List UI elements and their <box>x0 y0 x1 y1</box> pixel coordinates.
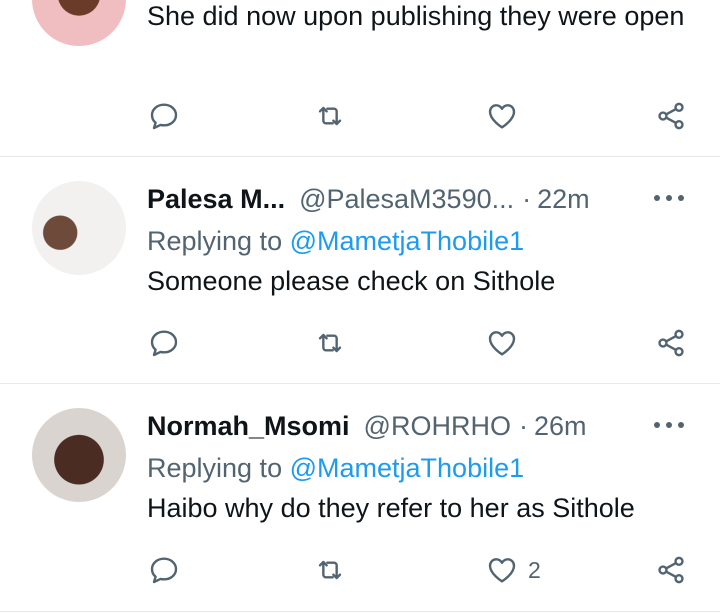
more-icon <box>654 195 660 201</box>
share-button[interactable] <box>655 550 687 590</box>
display-name[interactable]: Palesa M... <box>147 184 285 214</box>
heart-icon <box>488 104 516 129</box>
retweet-button[interactable] <box>314 323 346 363</box>
avatar[interactable] <box>32 408 126 502</box>
tweet-header: Normah_Msomi @ROHRHO · 26m <box>147 408 720 444</box>
tweet-card[interactable]: Normah_Msomi @ROHRHO · 26m Replying to @Mam… <box>0 384 720 613</box>
mention-link[interactable]: @MametjaThobile1 <box>290 453 525 483</box>
retweet-icon <box>318 560 342 580</box>
retweet-icon <box>318 333 342 353</box>
retweet-icon <box>318 106 342 126</box>
reply-feed: She did now upon publishing they were op… <box>0 0 720 613</box>
divider <box>0 611 720 612</box>
tweet-text: Haibo why do they refer to her as Sithol… <box>147 493 635 523</box>
more-icon <box>654 422 660 428</box>
reply-icon <box>150 330 178 357</box>
replying-to: Replying to @MametjaThobile1 <box>147 223 524 259</box>
timestamp[interactable]: 26m <box>534 411 587 441</box>
more-options-button[interactable] <box>654 183 684 213</box>
reply-icon <box>150 557 178 584</box>
user-handle[interactable]: @PalesaM3590... <box>299 184 514 214</box>
share-icon <box>658 102 684 130</box>
retweet-button[interactable] <box>314 96 346 136</box>
tweet-actions <box>0 96 720 136</box>
retweet-button[interactable] <box>314 550 346 590</box>
tweet-card[interactable]: Palesa M... @PalesaM3590... · 22m Replying … <box>0 157 720 384</box>
tweet-header: Palesa M... @PalesaM3590... · 22m <box>147 181 720 217</box>
more-options-button[interactable] <box>654 410 684 440</box>
avatar[interactable] <box>32 0 126 46</box>
mention-link[interactable]: @MametjaThobile1 <box>290 226 525 256</box>
display-name[interactable]: Normah_Msomi <box>147 411 350 441</box>
share-button[interactable] <box>655 96 687 136</box>
replying-to: Replying to @MametjaThobile1 <box>147 450 524 486</box>
reply-button[interactable] <box>148 550 180 590</box>
reply-button[interactable] <box>148 96 180 136</box>
share-icon <box>658 556 684 584</box>
tweet-actions <box>0 323 720 363</box>
reply-button[interactable] <box>148 323 180 363</box>
share-icon <box>658 329 684 357</box>
replying-to-label: Replying to <box>147 453 283 483</box>
heart-icon <box>488 558 516 583</box>
reply-icon <box>150 103 178 130</box>
share-button[interactable] <box>655 323 687 363</box>
tweet-text: She did now upon publishing they were op… <box>147 1 685 31</box>
like-button[interactable] <box>486 323 518 363</box>
like-button[interactable] <box>486 96 518 136</box>
user-handle[interactable]: @ROHRHO <box>364 411 511 441</box>
separator-dot: · <box>522 184 532 214</box>
avatar[interactable] <box>32 181 126 275</box>
heart-icon <box>488 331 516 356</box>
tweet-text: Someone please check on Sithole <box>147 266 556 296</box>
separator-dot: · <box>518 411 528 441</box>
replying-to-label: Replying to <box>147 226 283 256</box>
like-button[interactable]: 2 <box>486 550 541 590</box>
timestamp[interactable]: 22m <box>537 184 590 214</box>
tweet-actions: 2 <box>0 550 720 590</box>
tweet-card[interactable]: She did now upon publishing they were op… <box>0 0 720 157</box>
like-count: 2 <box>528 556 541 583</box>
